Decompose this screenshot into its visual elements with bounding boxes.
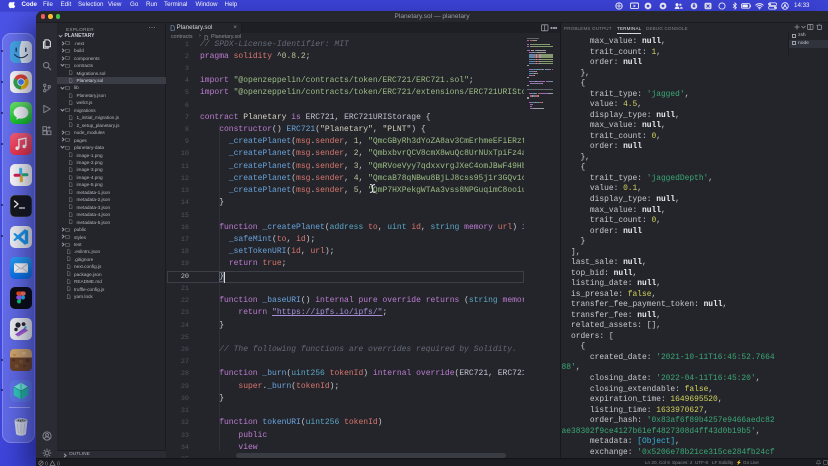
svg-text:0: 0 [45,461,48,466]
svg-text:0: 0 [57,461,60,466]
